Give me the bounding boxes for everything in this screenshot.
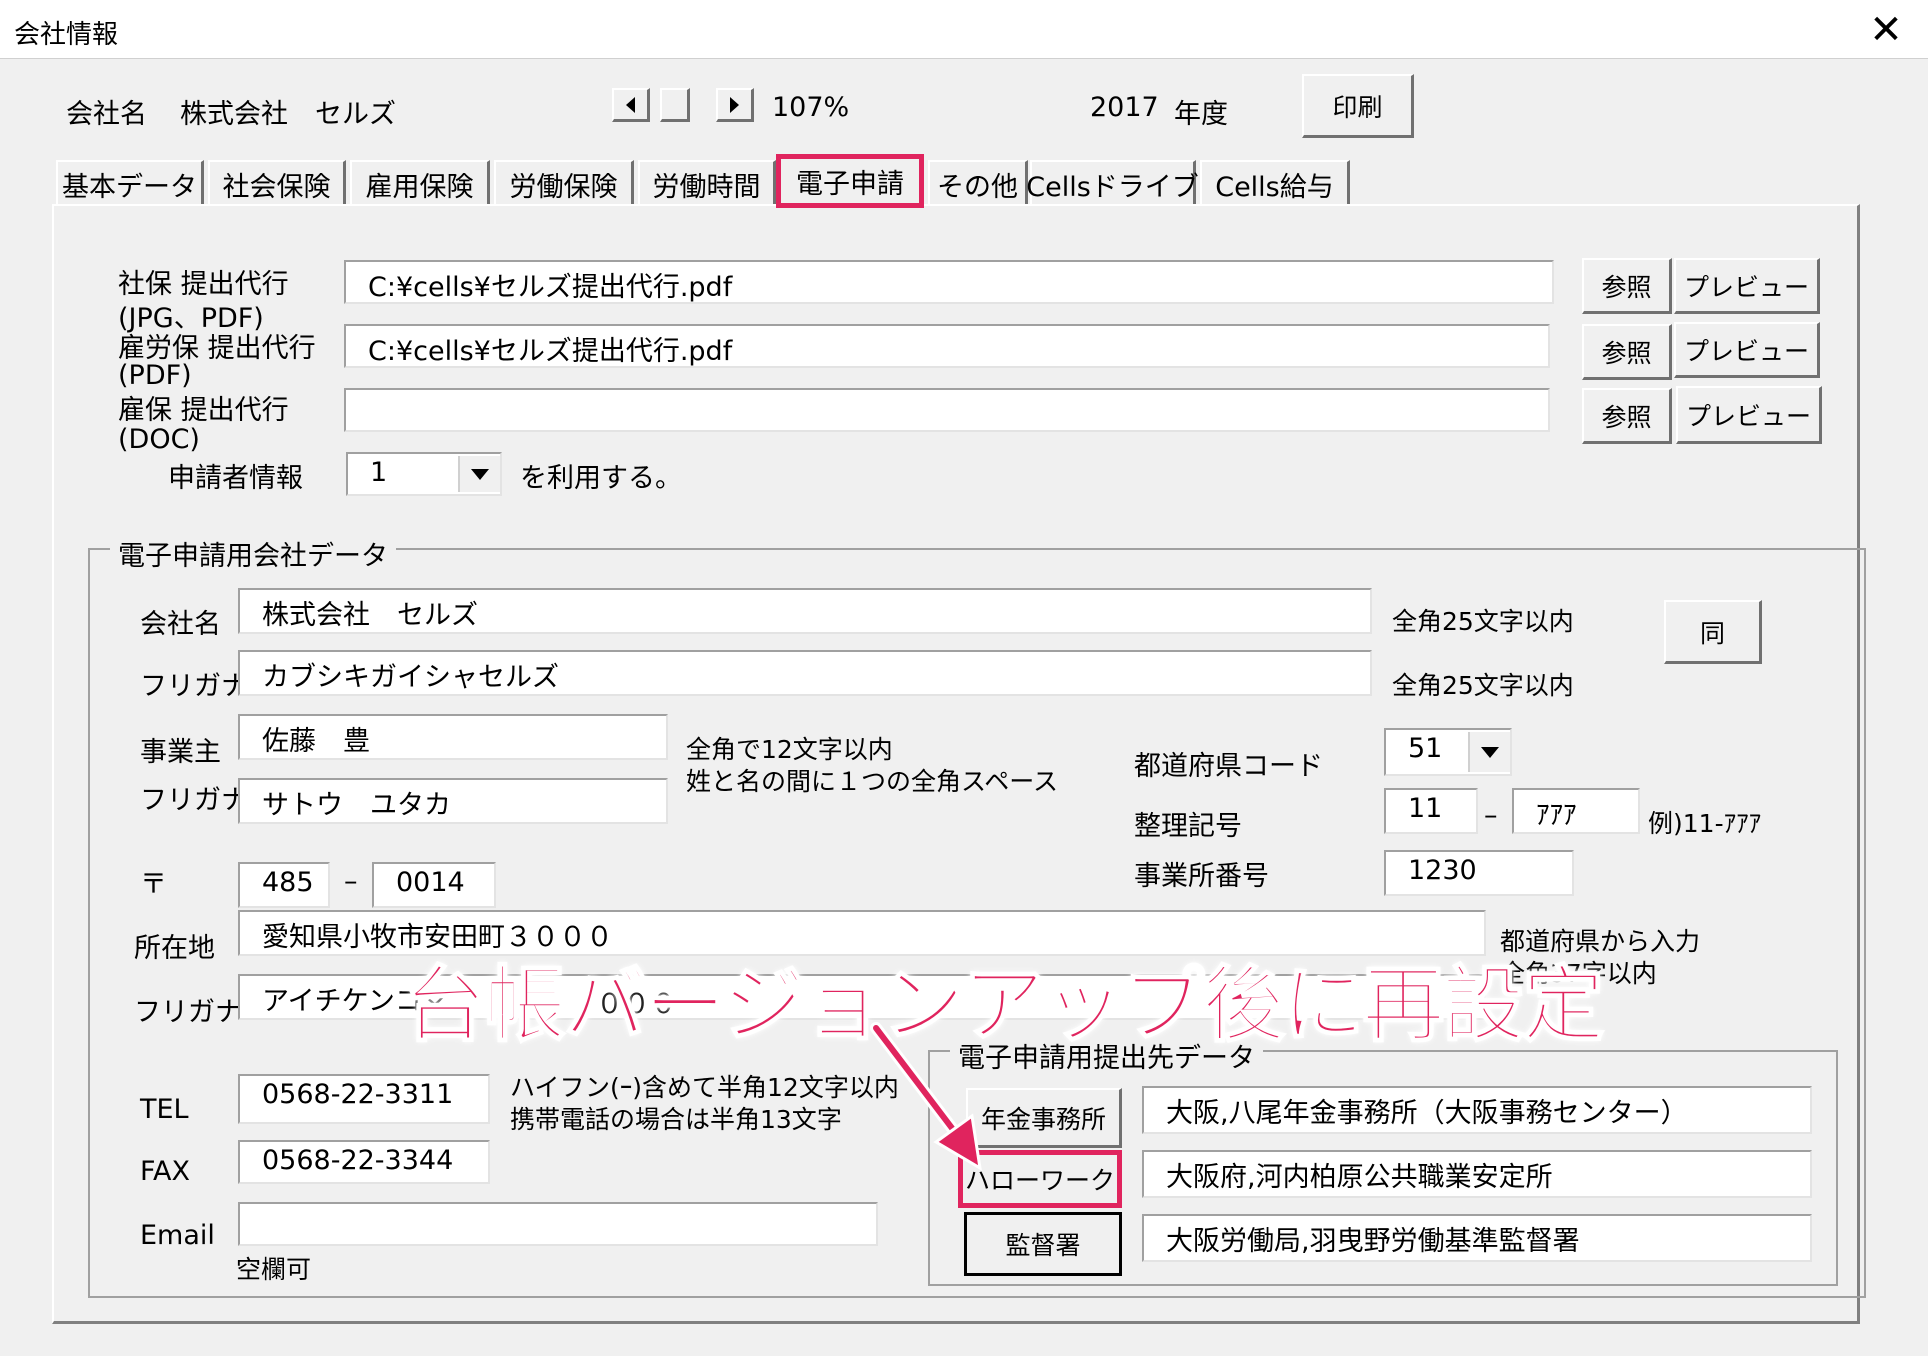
pension-office-input[interactable]: 大阪,八尾年金事務所（大阪事務センター） [1142, 1086, 1812, 1134]
email-label: Email [140, 1220, 215, 1251]
name-label: 会社名 [140, 609, 221, 640]
browse-button-3[interactable]: 参照 [1582, 388, 1672, 444]
close-icon[interactable]: ✕ [1862, 6, 1910, 54]
fiscal-year-unit: 年度 [1174, 99, 1228, 130]
owner-label: 事業主 [140, 737, 221, 768]
office-number-label: 事業所番号 [1134, 861, 1269, 892]
preview-button-1[interactable]: プレビュー [1674, 258, 1820, 314]
print-button[interactable]: 印刷 [1302, 74, 1414, 138]
window-title: 会社情報 [14, 20, 119, 50]
tab-basic-data[interactable]: 基本データ [56, 160, 204, 206]
zip-input-2[interactable]: 0014 [372, 862, 496, 908]
seiri-label: 整理記号 [1134, 811, 1242, 842]
applicant-suffix: を利用する。 [520, 463, 682, 494]
seiri-input-1[interactable]: 11 [1384, 788, 1478, 834]
office-number-input[interactable]: 1230 [1384, 850, 1574, 896]
address-label: 所在地 [134, 933, 215, 964]
applicant-label: 申請者情報 [168, 463, 303, 494]
owner-kana-input[interactable]: サトウ ユタカ [238, 778, 668, 824]
owner-kana-label: フリガナ [140, 785, 248, 816]
chevron-down-icon[interactable] [458, 456, 500, 492]
chevron-down-icon[interactable] [1468, 732, 1510, 772]
zoom-decrease-button[interactable] [612, 88, 650, 122]
seiri-dash: – [1484, 800, 1498, 831]
seiri-example: 例)11-ｱｱｱ [1648, 809, 1762, 838]
owner-input[interactable]: 佐藤 豊 [238, 714, 668, 760]
company-name: 株式会社 セルズ [180, 99, 396, 130]
file-label-3-format: (DOC) [118, 424, 200, 455]
same-button[interactable]: 同 [1664, 600, 1762, 664]
hello-work-input[interactable]: 大阪府,河内柏原公共職業安定所 [1142, 1150, 1812, 1198]
tab-employment-insurance[interactable]: 雇用保険 [350, 160, 490, 206]
fax-label: FAX [140, 1156, 191, 1187]
zip-dash: – [344, 866, 358, 897]
company-kana-note: 全角25文字以内 [1392, 671, 1574, 700]
preview-button-2[interactable]: プレビュー [1674, 322, 1820, 378]
browse-button-1[interactable]: 参照 [1582, 258, 1672, 314]
company-kana-input[interactable]: カブシキガイシャセルズ [238, 650, 1372, 696]
fax-input[interactable]: 0568-22-3344 [238, 1140, 490, 1184]
zip-label: 〒 [140, 869, 167, 900]
tab-other[interactable]: その他 [928, 160, 1028, 206]
email-note: 空欄可 [236, 1255, 312, 1284]
labor-standards-button[interactable]: 監督署 [964, 1212, 1122, 1276]
company-label: 会社名 [66, 99, 147, 130]
tel-note-1: ハイフン(ｰ)含めて半角12文字以内 [510, 1073, 899, 1102]
tab-e-application[interactable]: 電子申請 [776, 154, 924, 208]
preview-button-3[interactable]: プレビュー [1676, 386, 1822, 444]
company-name-input[interactable]: 株式会社 セルズ [238, 588, 1372, 634]
tab-cells-payroll[interactable]: Cells給与 [1200, 160, 1350, 206]
file-path-input-2[interactable]: C:¥cells¥セルズ提出代行.pdf [344, 324, 1550, 368]
tel-label: TEL [140, 1094, 189, 1125]
pref-code-label: 都道府県コード [1134, 751, 1323, 782]
owner-note-2: 姓と名の間に１つの全角スペース [686, 767, 1059, 796]
address-kana-label: フリガナ [134, 997, 242, 1028]
browse-button-2[interactable]: 参照 [1582, 324, 1672, 380]
tel-note-2: 携帯電話の場合は半角13文字 [510, 1105, 842, 1134]
zoom-increase-button[interactable] [716, 88, 754, 122]
file-label-3: 雇保 提出代行 [118, 395, 289, 426]
seiri-input-2[interactable]: ｱｱｱ [1512, 788, 1640, 834]
tab-social-insurance[interactable]: 社会保険 [208, 160, 346, 206]
tab-working-hours[interactable]: 労働時間 [638, 160, 776, 206]
labor-standards-input[interactable]: 大阪労働局,羽曳野労働基準監督署 [1142, 1214, 1812, 1262]
annotation-text: 台帳バージョンアップ後に再設定 [403, 957, 1605, 1054]
file-label-2-format: (PDF) [118, 360, 192, 391]
zoom-slider-thumb[interactable] [660, 88, 690, 122]
company-data-group-title: 電子申請用会社データ [110, 534, 396, 573]
company-name-note: 全角25文字以内 [1392, 607, 1574, 636]
tab-labor-insurance[interactable]: 労働保険 [494, 160, 634, 206]
title-bar [0, 0, 1928, 59]
tab-cells-drive[interactable]: Cellsドライブ [1026, 160, 1199, 206]
tel-input[interactable]: 0568-22-3311 [238, 1074, 490, 1124]
zoom-level: 107% [772, 92, 850, 123]
zip-input-1[interactable]: 485 [238, 862, 330, 908]
file-path-input-3[interactable] [344, 388, 1550, 432]
owner-note-1: 全角で12文字以内 [686, 735, 893, 764]
kana-label: フリガナ [140, 671, 248, 702]
arrow-right-icon [730, 96, 739, 113]
file-path-input-1[interactable]: C:¥cells¥セルズ提出代行.pdf [344, 260, 1554, 304]
fiscal-year: 2017 [1090, 92, 1159, 123]
arrow-left-icon [626, 96, 635, 113]
email-input[interactable] [238, 1202, 878, 1246]
